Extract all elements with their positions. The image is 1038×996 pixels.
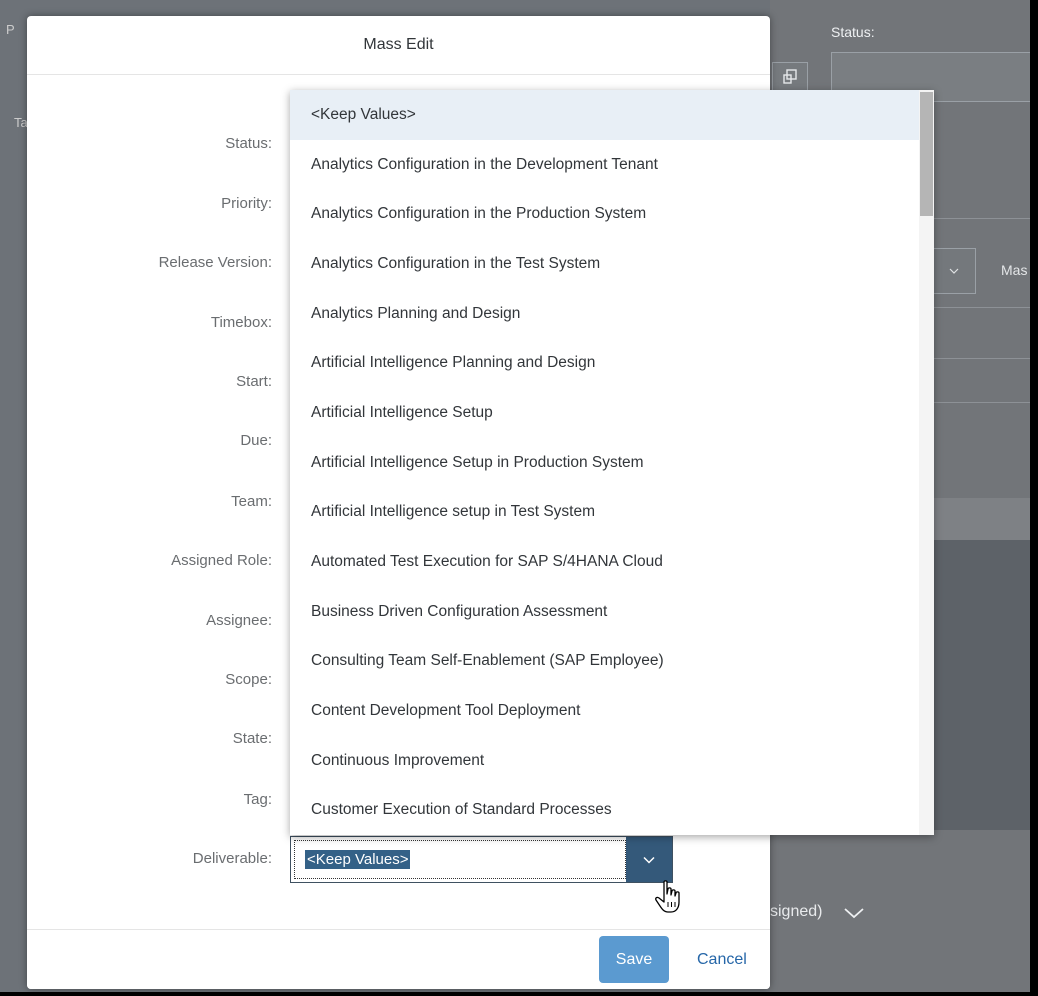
status-label: Status: — [225, 135, 272, 152]
dropdown-option[interactable]: Analytics Planning and Design — [290, 289, 934, 339]
dialog-footer: Save Cancel — [27, 929, 770, 989]
background-fragment: P — [6, 22, 15, 37]
chevron-down-icon — [843, 906, 865, 925]
dropdown-option[interactable]: Artificial Intelligence Setup in Product… — [290, 438, 934, 488]
background-select — [932, 248, 976, 294]
state-label: State: — [232, 730, 272, 747]
due-label: Due: — [240, 432, 272, 449]
release-version-label: Release Version: — [158, 254, 272, 271]
chevron-down-icon — [643, 851, 655, 869]
cancel-button[interactable]: Cancel — [697, 936, 747, 983]
assignee-label: Assignee: — [206, 612, 272, 629]
tag-label: Tag: — [243, 791, 272, 808]
hand-cursor-icon — [655, 880, 685, 921]
start-label: Start: — [236, 373, 272, 390]
dropdown-option[interactable]: Artificial Intelligence setup in Test Sy… — [290, 488, 934, 538]
deliverable-select[interactable]: <Keep Values> — [290, 836, 673, 883]
dialog-header: Mass Edit — [27, 16, 770, 75]
dropdown-option[interactable]: Continuous Improvement — [290, 736, 934, 786]
dropdown-option[interactable]: Analytics Configuration in the Test Syst… — [290, 239, 934, 289]
deliverable-label: Deliverable: — [192, 850, 272, 867]
dropdown-option[interactable]: Business Driven Configuration Assessment — [290, 587, 934, 637]
dialog-title: Mass Edit — [363, 36, 434, 53]
dropdown-scrollbar[interactable] — [919, 90, 934, 835]
timebox-label: Timebox: — [210, 314, 272, 331]
background-status-label: Status: — [831, 24, 875, 40]
divider — [930, 402, 1030, 403]
background-fragment: Ta — [14, 115, 28, 130]
dropdown-option[interactable]: Analytics Configuration in the Developme… — [290, 140, 934, 190]
deliverable-dropdown-list[interactable]: <Keep Values> Analytics Configuration in… — [290, 90, 934, 835]
background-band — [930, 540, 1030, 830]
priority-label: Priority: — [221, 195, 272, 212]
dropdown-option[interactable]: <Keep Values> — [290, 90, 934, 140]
deliverable-select-value: <Keep Values> — [305, 850, 411, 869]
dropdown-option[interactable]: Automated Test Execution for SAP S/4HANA… — [290, 537, 934, 587]
background-text: Mas — [1001, 262, 1028, 278]
dropdown-option[interactable]: Consulting Team Self-Enablement (SAP Emp… — [290, 637, 934, 687]
assigned-role-label: Assigned Role: — [171, 552, 272, 569]
copy-icon — [772, 62, 808, 92]
dropdown-option[interactable]: Artificial Intelligence Planning and Des… — [290, 338, 934, 388]
divider — [930, 307, 1030, 308]
dropdown-option[interactable]: Artificial Intelligence Setup — [290, 388, 934, 438]
background-text: signed) — [770, 903, 823, 920]
deliverable-select-field[interactable]: <Keep Values> — [294, 840, 626, 879]
dropdown-scrollbar-thumb[interactable] — [920, 92, 933, 216]
deliverable-dropdown-button[interactable] — [626, 837, 672, 882]
dropdown-option[interactable]: Customer Execution of Standard Processes — [290, 786, 934, 835]
divider — [930, 218, 1030, 219]
dropdown-option[interactable]: Analytics Configuration in the Productio… — [290, 189, 934, 239]
divider — [930, 358, 1030, 359]
save-button[interactable]: Save — [599, 936, 669, 983]
team-label: Team: — [231, 493, 272, 510]
scope-label: Scope: — [225, 671, 272, 688]
dropdown-option[interactable]: Content Development Tool Deployment — [290, 686, 934, 736]
background-band — [930, 498, 1030, 540]
